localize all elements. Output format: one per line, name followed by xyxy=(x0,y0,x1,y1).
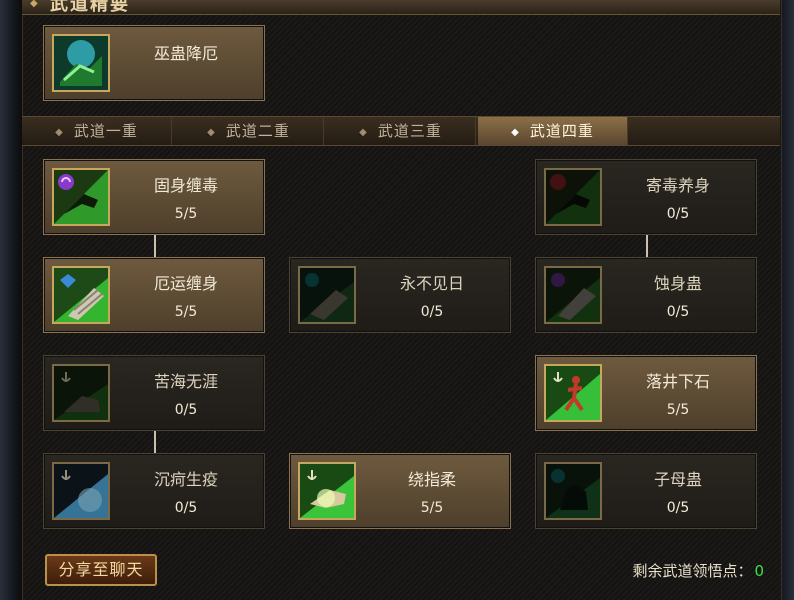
skill-card[interactable]: 寄毒养身 0/5 xyxy=(535,159,757,235)
skill-connector xyxy=(154,431,156,453)
skill-card[interactable]: 蚀身蛊 0/5 xyxy=(535,257,757,333)
skill-name: 沉疴生疫 xyxy=(153,470,218,489)
diamond-icon: ◆ xyxy=(511,127,520,138)
left-border-decoration xyxy=(0,0,22,600)
skill-level: 5/5 xyxy=(420,500,444,516)
panel-header: ◆ 武道精要 xyxy=(22,0,780,15)
tab-tier-4[interactable]: ◆ 武道四重 xyxy=(478,117,628,145)
diamond-icon: ◆ xyxy=(55,127,64,138)
skill-level: 0/5 xyxy=(174,500,198,516)
share-to-chat-button[interactable]: 分享至聊天 xyxy=(45,554,157,586)
skill-card[interactable]: 厄运缠身 5/5 xyxy=(43,257,265,333)
skill-card[interactable]: 沉疴生疫 0/5 xyxy=(43,453,265,529)
skill-level: 5/5 xyxy=(174,206,198,222)
skill-level: 0/5 xyxy=(666,500,690,516)
poison-claw-icon xyxy=(544,168,602,226)
skill-card[interactable]: 苦海无涯 0/5 xyxy=(43,355,265,431)
glowing-hand-icon xyxy=(298,462,356,520)
diamond-icon: ◆ xyxy=(207,127,216,138)
skill-icon-wugu xyxy=(52,34,110,92)
skill-name: 固身缠毒 xyxy=(153,176,218,195)
skill-card[interactable]: 固身缠毒 5/5 xyxy=(43,159,265,235)
remaining-points: 剩余武道领悟点： 0 xyxy=(632,560,764,581)
skill-card[interactable]: 绕指柔 5/5 xyxy=(289,453,511,529)
skill-level: 0/5 xyxy=(666,304,690,320)
skill-name: 落井下石 xyxy=(645,372,710,391)
skill-card-top[interactable]: 巫蛊降厄 xyxy=(43,25,265,101)
skill-level: 0/5 xyxy=(174,402,198,418)
bandaged-arm-icon xyxy=(544,266,602,324)
beast-icon xyxy=(544,462,602,520)
boot-icon xyxy=(52,364,110,422)
tab-tier-3[interactable]: ◆ 武道三重 xyxy=(326,117,476,145)
skill-card[interactable]: 落井下石 5/5 xyxy=(535,355,757,431)
skill-level: 0/5 xyxy=(666,206,690,222)
skill-level: 5/5 xyxy=(666,402,690,418)
remaining-points-value: 0 xyxy=(754,562,764,580)
diamond-icon: ◆ xyxy=(30,0,38,9)
bandaged-arm-icon xyxy=(52,266,110,324)
skill-name: 苦海无涯 xyxy=(153,372,218,391)
running-figure-icon xyxy=(544,364,602,422)
skill-level: 0/5 xyxy=(420,304,444,320)
skill-name: 厄运缠身 xyxy=(153,274,218,293)
blue-aura-icon xyxy=(52,462,110,520)
remaining-points-label: 剩余武道领悟点： xyxy=(632,562,753,580)
skill-name: 巫蛊降厄 xyxy=(153,44,218,63)
skill-card[interactable]: 永不见日 0/5 xyxy=(289,257,511,333)
tab-tier-2[interactable]: ◆ 武道二重 xyxy=(174,117,324,145)
skill-connector xyxy=(154,235,156,257)
skill-name: 绕指柔 xyxy=(407,470,456,489)
bandaged-arm-icon xyxy=(298,266,356,324)
skill-level: 5/5 xyxy=(174,304,198,320)
skill-name: 永不见日 xyxy=(399,274,464,293)
tier-tabs: ◆ 武道一重 ◆ 武道二重 ◆ 武道三重 ◆ 武道四重 xyxy=(22,116,780,146)
poison-claw-icon xyxy=(52,168,110,226)
skill-connector xyxy=(646,235,648,257)
skill-card[interactable]: 子母蛊 0/5 xyxy=(535,453,757,529)
skill-name: 寄毒养身 xyxy=(645,176,710,195)
skill-name: 蚀身蛊 xyxy=(653,274,702,293)
panel-title: 武道精要 xyxy=(50,0,130,15)
skill-name: 子母蛊 xyxy=(653,470,702,489)
tab-tier-1[interactable]: ◆ 武道一重 xyxy=(22,117,172,145)
diamond-icon: ◆ xyxy=(359,127,368,138)
